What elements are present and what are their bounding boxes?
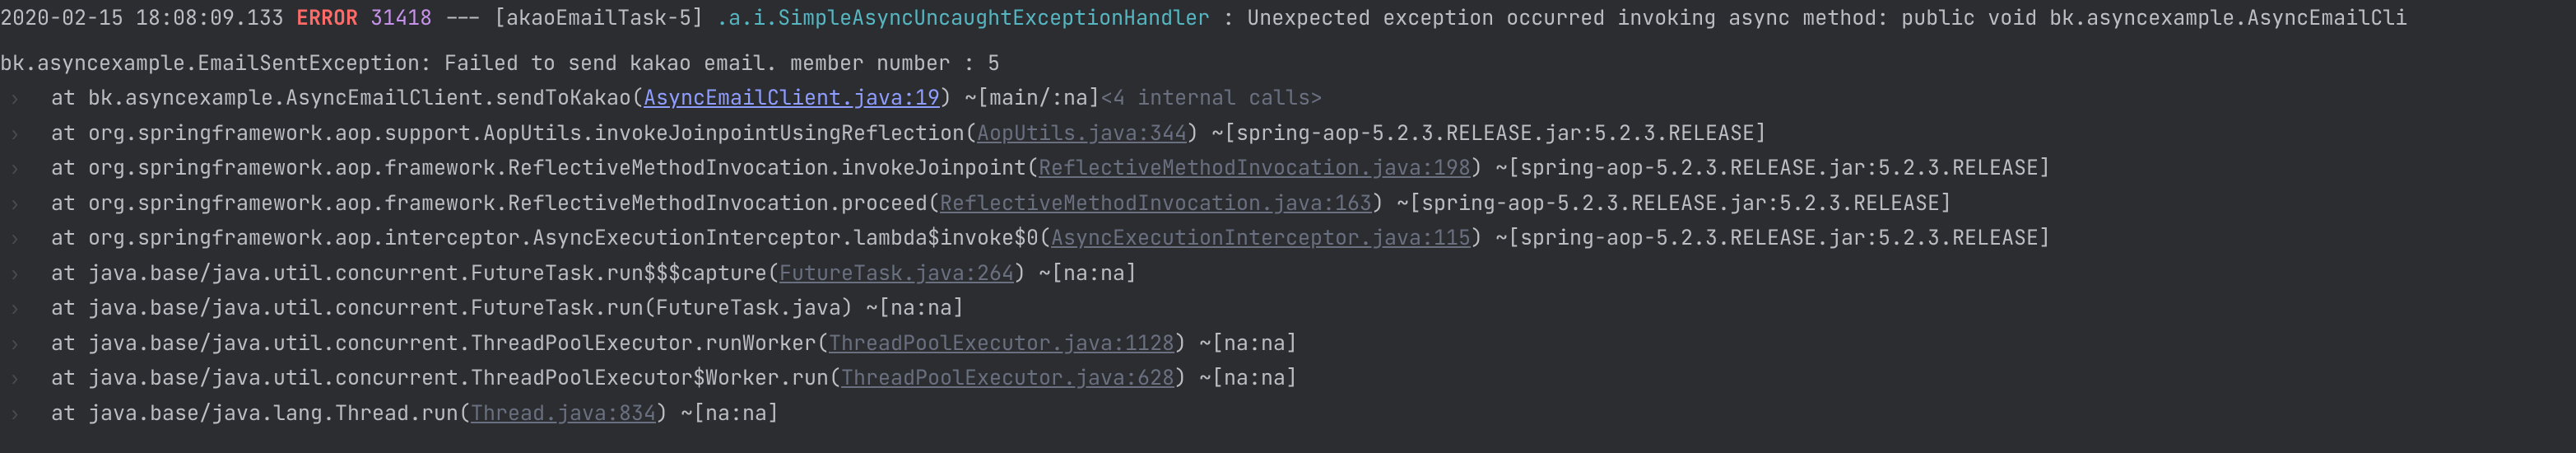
stack-frame: › at java.base/java.util.concurrent.Futu… [0, 255, 2576, 291]
stack-prefix: at org.springframework.aop.framework.Ref… [51, 185, 940, 221]
log-message: Unexpected exception occurred invoking a… [1247, 0, 2407, 35]
stack-prefix: at java.base/java.util.concurrent.Thread… [51, 325, 829, 361]
stack-frame: › at java.base/java.util.concurrent.Thre… [0, 325, 2576, 361]
stack-suffix: ) ~[na:na] [1014, 255, 1137, 291]
source-link[interactable]: AsyncExecutionInterceptor.java:115 [1051, 220, 1471, 255]
stack-suffix: ) ~[spring-aop-5.2.3.RELEASE.jar:5.2.3.R… [1372, 185, 1952, 221]
stack-suffix: ) ~[na:na] [1174, 360, 1298, 395]
internal-calls-note: <4 internal calls> [1100, 80, 1323, 115]
stack-frame: › at org.springframework.aop.support.Aop… [0, 115, 2576, 151]
source-link[interactable]: ThreadPoolExecutor.java:628 [841, 360, 1174, 395]
log-header-line: 2020-02-15 18:08:09.133 ERROR 31418 --- … [0, 0, 2576, 35]
chevron-right-icon[interactable]: › [3, 399, 26, 429]
chevron-right-icon[interactable]: › [3, 259, 26, 289]
source-link[interactable]: ReflectiveMethodInvocation.java:198 [1039, 150, 1471, 185]
exception-line: bk.asyncexample.EmailSentException: Fail… [0, 45, 2576, 81]
stack-suffix: ) ~[spring-aop-5.2.3.RELEASE.jar:5.2.3.R… [1471, 150, 2051, 185]
source-link[interactable]: AsyncEmailClient.java:19 [644, 80, 940, 115]
stack-prefix: at java.base/java.lang.Thread.run( [51, 395, 471, 431]
chevron-right-icon[interactable]: › [3, 153, 26, 184]
stack-prefix: at java.base/java.util.concurrent.Future… [51, 290, 965, 325]
logger-name: .a.i.SimpleAsyncUncaughtExceptionHandler [716, 0, 1210, 35]
log-console: 2020-02-15 18:08:09.133 ERROR 31418 --- … [0, 0, 2576, 430]
stack-prefix: at bk.asyncexample.AsyncEmailClient.send… [51, 80, 644, 115]
process-id: 31418 [370, 0, 432, 35]
stack-frame: › at org.springframework.aop.interceptor… [0, 220, 2576, 255]
source-link[interactable]: AopUtils.java:344 [977, 115, 1187, 151]
exception-message: bk.asyncexample.EmailSentException: Fail… [0, 45, 1000, 81]
separator: --- [444, 0, 481, 35]
source-link[interactable]: Thread.java:834 [471, 395, 656, 431]
timestamp: 2020-02-15 18:08:09.133 [0, 0, 284, 35]
stack-frame: › at java.base/java.util.concurrent.Thre… [0, 360, 2576, 395]
stack-prefix: at org.springframework.aop.support.AopUt… [51, 115, 977, 151]
stack-prefix: at org.springframework.aop.framework.Ref… [51, 150, 1039, 185]
thread-name: [akaoEmailTask-5] [494, 0, 704, 35]
colon: : [1222, 0, 1235, 35]
stack-trace: › at bk.asyncexample.AsyncEmailClient.se… [0, 80, 2576, 430]
chevron-right-icon[interactable]: › [3, 189, 26, 219]
stack-suffix: ) ~[na:na] [656, 395, 779, 431]
chevron-right-icon[interactable]: › [3, 363, 26, 394]
chevron-right-icon[interactable]: › [3, 329, 26, 359]
chevron-right-icon[interactable]: › [3, 293, 26, 324]
chevron-right-icon[interactable]: › [3, 83, 26, 114]
chevron-right-icon[interactable]: › [3, 119, 26, 149]
source-link[interactable]: ThreadPoolExecutor.java:1128 [829, 325, 1174, 361]
stack-prefix: at java.base/java.util.concurrent.Thread… [51, 360, 841, 395]
stack-prefix: at java.base/java.util.concurrent.Future… [51, 255, 779, 291]
stack-frame: › at java.base/java.lang.Thread.run(Thre… [0, 395, 2576, 431]
stack-frame: › at java.base/java.util.concurrent.Futu… [0, 290, 2576, 325]
source-link[interactable]: FutureTask.java:264 [779, 255, 1014, 291]
stack-frame: › at bk.asyncexample.AsyncEmailClient.se… [0, 80, 2576, 115]
chevron-right-icon[interactable]: › [3, 223, 26, 254]
log-level: ERROR [296, 0, 358, 35]
stack-frame: › at org.springframework.aop.framework.R… [0, 150, 2576, 185]
stack-suffix: ) ~[main/:na] [940, 80, 1100, 115]
stack-prefix: at org.springframework.aop.interceptor.A… [51, 220, 1051, 255]
stack-suffix: ) ~[spring-aop-5.2.3.RELEASE.jar:5.2.3.R… [1187, 115, 1767, 151]
source-link[interactable]: ReflectiveMethodInvocation.java:163 [940, 185, 1372, 221]
stack-frame: › at org.springframework.aop.framework.R… [0, 185, 2576, 221]
stack-suffix: ) ~[spring-aop-5.2.3.RELEASE.jar:5.2.3.R… [1471, 220, 2051, 255]
stack-suffix: ) ~[na:na] [1174, 325, 1298, 361]
